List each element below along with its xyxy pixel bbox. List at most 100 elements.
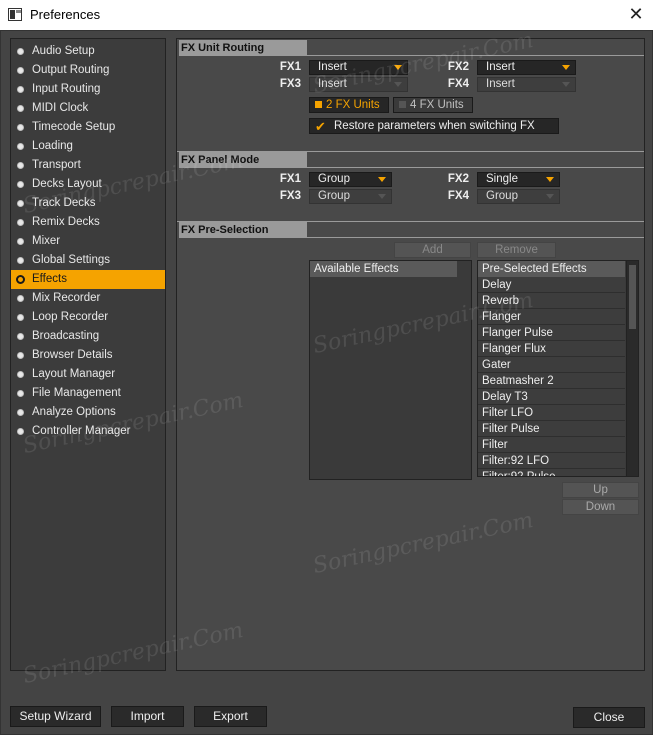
sidebar-item-analyze-options[interactable]: Analyze Options xyxy=(11,403,165,422)
sidebar-item-label: Mix Recorder xyxy=(32,292,101,304)
sidebar-item-input-routing[interactable]: Input Routing xyxy=(11,80,165,99)
routing-fx3-value: Insert xyxy=(318,78,347,90)
restore-parameters-label: Restore parameters when switching FX xyxy=(334,120,535,132)
add-effect-button[interactable]: Add xyxy=(394,242,471,258)
sidebar-item-audio-setup[interactable]: Audio Setup xyxy=(11,42,165,61)
panel-fx2-dropdown[interactable]: Single xyxy=(477,172,560,187)
sidebar-item-mixer[interactable]: Mixer xyxy=(11,232,165,251)
sidebar-item-timecode-setup[interactable]: Timecode Setup xyxy=(11,118,165,137)
sidebar-item-effects[interactable]: Effects xyxy=(11,270,165,289)
sidebar-item-label: Global Settings xyxy=(32,254,110,266)
export-button[interactable]: Export xyxy=(194,706,267,727)
sidebar-item-label: Timecode Setup xyxy=(32,121,116,133)
panel-fx4-dropdown[interactable]: Group xyxy=(477,189,560,204)
routing-fx4-dropdown[interactable]: Insert xyxy=(477,77,576,92)
two-fx-units-toggle[interactable]: 2 FX Units xyxy=(309,97,389,113)
setup-wizard-button[interactable]: Setup Wizard xyxy=(10,706,101,727)
list-item[interactable]: Gater xyxy=(478,357,625,373)
routing-fx4-value: Insert xyxy=(486,78,515,90)
list-item[interactable]: Filter:92 LFO xyxy=(478,453,625,469)
sidebar-item-label: Controller Manager xyxy=(32,425,131,437)
sidebar-item-decks-layout[interactable]: Decks Layout xyxy=(11,175,165,194)
sidebar-item-transport[interactable]: Transport xyxy=(11,156,165,175)
sidebar-item-loop-recorder[interactable]: Loop Recorder xyxy=(11,308,165,327)
sidebar-item-label: Loading xyxy=(32,140,73,152)
radio-bullet-icon xyxy=(17,314,24,321)
preferences-sidebar: Audio Setup Output Routing Input Routing MI… xyxy=(10,38,166,671)
close-button[interactable]: Close xyxy=(573,707,645,728)
panel-fx1-dropdown[interactable]: Group xyxy=(309,172,392,187)
sidebar-item-file-management[interactable]: File Management xyxy=(11,384,165,403)
panel-fx4-value: Group xyxy=(486,190,518,202)
sidebar-item-browser-details[interactable]: Browser Details xyxy=(11,346,165,365)
dropdown-arrow-icon xyxy=(378,177,386,182)
list-item[interactable]: Filter:92 Pulse xyxy=(478,469,625,476)
sidebar-item-label: Broadcasting xyxy=(32,330,100,342)
restore-parameters-checkbox[interactable]: ✔ Restore parameters when switching FX xyxy=(309,118,559,134)
list-item[interactable]: Flanger Flux xyxy=(478,341,625,357)
sidebar-item-loading[interactable]: Loading xyxy=(11,137,165,156)
section-divider xyxy=(307,237,644,238)
routing-fx2-value: Insert xyxy=(486,61,515,73)
panel-fx3-label: FX3 xyxy=(279,190,301,202)
radio-bullet-icon xyxy=(17,48,24,55)
scrollbar-thumb[interactable] xyxy=(629,265,636,329)
dropdown-arrow-icon xyxy=(546,177,554,182)
list-item[interactable]: Filter Pulse xyxy=(478,421,625,437)
remove-effect-button[interactable]: Remove xyxy=(477,242,556,258)
routing-fx4-label: FX4 xyxy=(447,78,469,90)
list-item[interactable]: Flanger Pulse xyxy=(478,325,625,341)
list-item[interactable]: Delay xyxy=(478,277,625,293)
sidebar-item-mix-recorder[interactable]: Mix Recorder xyxy=(11,289,165,308)
preselected-effects-list[interactable]: Pre-Selected Effects Delay Reverb Flanger F… xyxy=(477,260,639,477)
radio-bullet-icon xyxy=(17,428,24,435)
panel-fx3-value: Group xyxy=(318,190,350,202)
list-item[interactable]: Beatmasher 2 xyxy=(478,373,625,389)
move-down-button[interactable]: Down xyxy=(562,499,639,515)
radio-bullet-icon xyxy=(17,371,24,378)
radio-bullet-icon xyxy=(17,238,24,245)
routing-fx1-dropdown[interactable]: Insert xyxy=(309,60,408,75)
radio-bullet-icon xyxy=(17,105,24,112)
routing-fx2-dropdown[interactable]: Insert xyxy=(477,60,576,75)
preselected-effects-rows: Pre-Selected Effects Delay Reverb Flanger F… xyxy=(478,261,625,476)
preselected-scrollbar[interactable] xyxy=(626,261,638,476)
panel-fx1-label: FX1 xyxy=(279,173,301,185)
four-fx-units-toggle[interactable]: 4 FX Units xyxy=(393,97,473,113)
dropdown-arrow-icon xyxy=(546,194,554,199)
panel-fx2-value: Single xyxy=(486,173,518,185)
panel-fx3-dropdown[interactable]: Group xyxy=(309,189,392,204)
available-effects-list[interactable]: Available Effects xyxy=(309,260,472,480)
sidebar-item-broadcasting[interactable]: Broadcasting xyxy=(11,327,165,346)
list-item[interactable]: Filter LFO xyxy=(478,405,625,421)
radio-bullet-icon xyxy=(17,295,24,302)
sidebar-item-remix-decks[interactable]: Remix Decks xyxy=(11,213,165,232)
sidebar-item-midi-clock[interactable]: MIDI Clock xyxy=(11,99,165,118)
panel-fx1-value: Group xyxy=(318,173,350,185)
list-item[interactable]: Flanger xyxy=(478,309,625,325)
close-window-icon[interactable]: ✕ xyxy=(627,5,645,23)
radio-bullet-icon xyxy=(17,181,24,188)
radio-bullet-icon xyxy=(17,86,24,93)
sidebar-item-track-decks[interactable]: Track Decks xyxy=(11,194,165,213)
effects-panel: FX Unit Routing FX1 Insert FX2 Insert FX… xyxy=(176,38,645,671)
sidebar-item-label: Mixer xyxy=(32,235,61,247)
sidebar-item-controller-manager[interactable]: Controller Manager xyxy=(11,422,165,441)
list-item[interactable]: Filter xyxy=(478,437,625,453)
sidebar-item-layout-manager[interactable]: Layout Manager xyxy=(11,365,165,384)
sidebar-item-output-routing[interactable]: Output Routing xyxy=(11,61,165,80)
list-item[interactable]: Delay T3 xyxy=(478,389,625,405)
preferences-window: Audio Setup Output Routing Input Routing MI… xyxy=(0,28,653,735)
routing-fx1-label: FX1 xyxy=(279,61,301,73)
fx-panel-mode-header: FX Panel Mode xyxy=(179,152,307,168)
four-fx-units-label: 4 FX Units xyxy=(410,99,464,111)
dropdown-arrow-icon xyxy=(562,82,570,87)
list-item[interactable]: Reverb xyxy=(478,293,625,309)
radio-bullet-icon xyxy=(17,257,24,264)
import-button[interactable]: Import xyxy=(111,706,184,727)
sidebar-item-global-settings[interactable]: Global Settings xyxy=(11,251,165,270)
sidebar-item-label: Analyze Options xyxy=(32,406,116,418)
routing-fx3-dropdown[interactable]: Insert xyxy=(309,77,408,92)
move-up-button[interactable]: Up xyxy=(562,482,639,498)
radio-bullet-icon xyxy=(17,390,24,397)
